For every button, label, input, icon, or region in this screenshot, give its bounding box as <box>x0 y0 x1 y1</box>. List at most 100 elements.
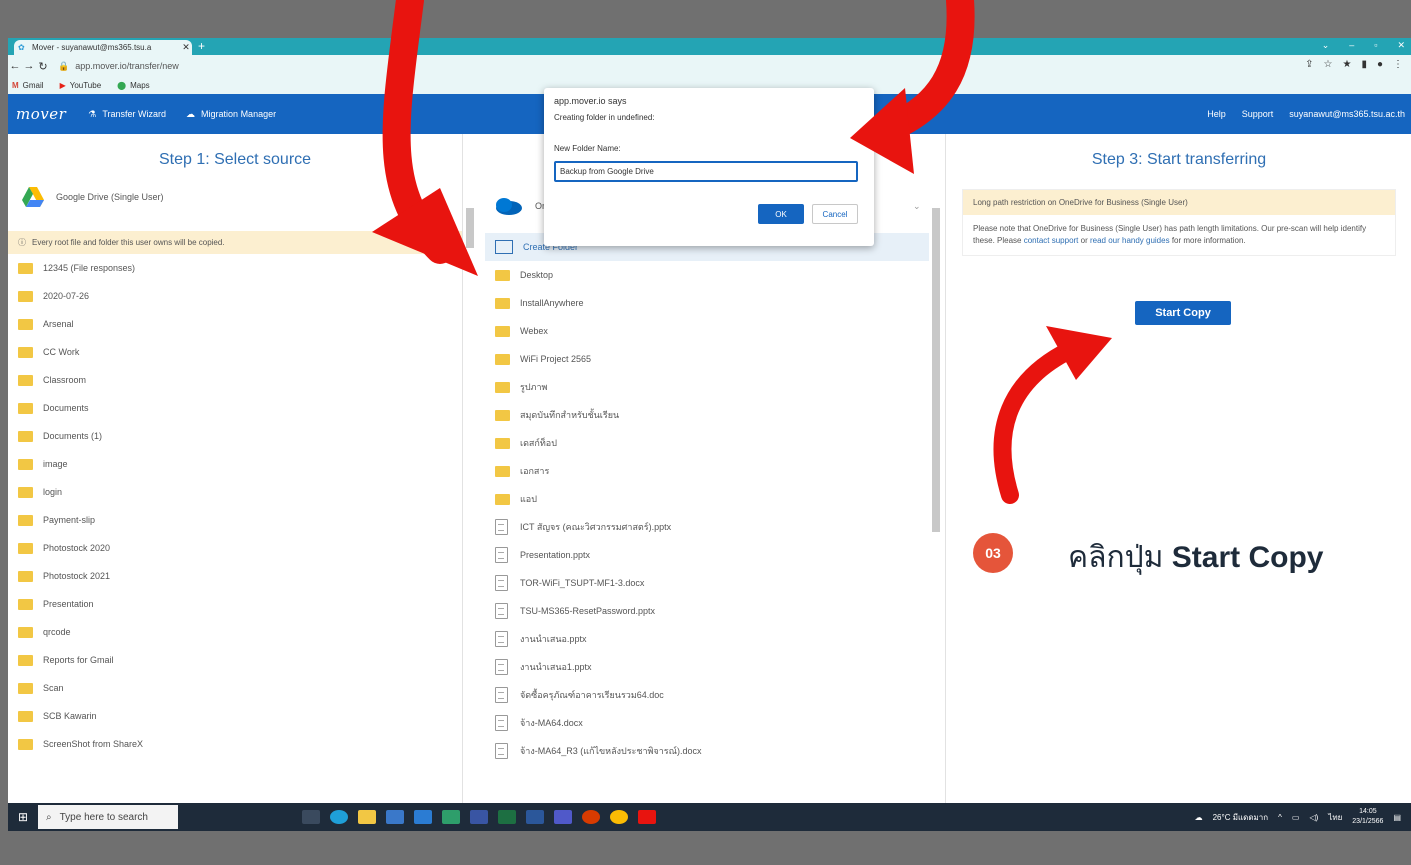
maps-icon: ⬤ <box>117 81 127 90</box>
folder-icon <box>18 570 33 582</box>
store-icon[interactable] <box>386 810 404 824</box>
forward-arrow-icon[interactable]: → <box>22 60 36 72</box>
list-item[interactable]: login <box>8 478 462 506</box>
notifications-icon[interactable]: ▤ <box>1393 813 1401 822</box>
network-icon[interactable]: ▭ <box>1292 813 1300 822</box>
support-link[interactable]: Support <box>1242 109 1274 119</box>
folder-name-input[interactable]: Backup from Google Drive <box>554 161 858 182</box>
list-item[interactable]: จัดซื้อครุภัณฑ์อาคารเรียนรวม64.doc <box>485 681 943 709</box>
tab-search-icon[interactable]: ⌄ <box>1322 40 1330 51</box>
list-item[interactable]: Webex <box>485 317 943 345</box>
back-arrow-icon[interactable]: ← <box>8 60 22 72</box>
chevron-down-icon[interactable]: ⌄ <box>913 201 921 212</box>
language-indicator[interactable]: ไทย <box>1328 811 1342 824</box>
list-item[interactable]: จ้าง-MA64.docx <box>485 709 943 737</box>
folder-icon <box>18 458 33 470</box>
list-item[interactable]: สมุดบันทึกสำหรับชั้นเรียน <box>485 401 943 429</box>
list-item[interactable]: เดสก์ท็อป <box>485 429 943 457</box>
list-item[interactable]: แอป <box>485 485 943 513</box>
migration-manager-link[interactable]: ☁ Migration Manager <box>186 109 276 120</box>
flask-icon: ⚗ <box>88 108 97 119</box>
list-item[interactable]: Presentation.pptx <box>485 541 943 569</box>
sidepanel-icon[interactable]: ▮ <box>1361 59 1367 70</box>
list-item[interactable]: Reports for Gmail <box>8 646 462 674</box>
edge-icon[interactable] <box>330 810 348 824</box>
bookmark-maps[interactable]: ⬤ Maps <box>117 81 150 90</box>
list-item[interactable]: WiFi Project 2565 <box>485 345 943 373</box>
start-copy-button[interactable]: Start Copy <box>1135 301 1231 325</box>
excel-icon[interactable] <box>498 810 516 824</box>
visio-icon[interactable] <box>470 810 488 824</box>
maximize-button[interactable]: ▫ <box>1374 40 1377 51</box>
share-icon[interactable]: ⇪ <box>1305 59 1313 70</box>
folder-icon <box>495 493 510 505</box>
bookmark-gmail[interactable]: M Gmail <box>12 81 44 90</box>
browser-menu-icon[interactable]: ⋮ <box>1393 59 1403 70</box>
list-item[interactable]: 2020-07-26 <box>8 282 462 310</box>
list-item[interactable]: Documents <box>8 394 462 422</box>
teams-icon[interactable] <box>554 810 572 824</box>
network-app-icon[interactable] <box>442 810 460 824</box>
list-item[interactable]: CC Work <box>8 338 462 366</box>
profile-avatar-icon[interactable]: ● <box>1377 59 1383 70</box>
destination-scrollbar[interactable] <box>932 208 940 532</box>
windows-start-icon[interactable]: ⊞ <box>8 810 38 824</box>
list-item[interactable]: qrcode <box>8 618 462 646</box>
taskbar-search[interactable]: ⌕ Type here to search <box>38 805 178 829</box>
list-item[interactable]: Desktop <box>485 261 943 289</box>
list-item[interactable]: TOR-WiFi_TSUPT-MF1-3.docx <box>485 569 943 597</box>
list-item[interactable]: 12345 (File responses) <box>8 254 462 282</box>
tray-chevron-icon[interactable]: ^ <box>1278 813 1282 822</box>
bookmark-star-icon[interactable]: ☆ <box>1324 59 1333 70</box>
list-item[interactable]: Arsenal <box>8 310 462 338</box>
clock[interactable]: 14:05 23/1/2566 <box>1352 807 1383 827</box>
contact-support-link[interactable]: contact support <box>1024 236 1079 245</box>
transfer-wizard-link[interactable]: ⚗ Transfer Wizard <box>88 109 166 120</box>
list-item[interactable]: Documents (1) <box>8 422 462 450</box>
list-item[interactable]: Presentation <box>8 590 462 618</box>
list-item[interactable]: ICT สัญจร (คณะวิศวกรรมศาสตร์).pptx <box>485 513 943 541</box>
list-item[interactable]: Photostock 2021 <box>8 562 462 590</box>
minimize-button[interactable]: – <box>1349 40 1354 51</box>
list-item[interactable]: งานนำเสนอ1.pptx <box>485 653 943 681</box>
list-item[interactable]: SCB Kawarin <box>8 702 462 730</box>
list-item[interactable]: งานนำเสนอ.pptx <box>485 625 943 653</box>
browser-tab[interactable]: ✿ Mover - suyanawut@ms365.tsu.a ✕ <box>14 40 192 55</box>
new-tab-button[interactable]: + <box>198 39 205 53</box>
close-tab-icon[interactable]: ✕ <box>180 42 192 53</box>
bookmark-youtube[interactable]: ▶ YouTube <box>60 81 102 90</box>
app-icon[interactable] <box>582 810 600 824</box>
list-item[interactable]: TSU-MS365-ResetPassword.pptx <box>485 597 943 625</box>
user-account-menu[interactable]: suyanawut@ms365.tsu.ac.th <box>1289 109 1405 119</box>
help-link[interactable]: Help <box>1207 109 1226 119</box>
recorder-icon[interactable] <box>638 810 656 824</box>
mail-icon[interactable] <box>414 810 432 824</box>
list-item[interactable]: Payment-slip <box>8 506 462 534</box>
handy-guides-link[interactable]: read our handy guides <box>1090 236 1170 245</box>
list-item[interactable]: ScreenShot from ShareX <box>8 730 462 758</box>
dialog-ok-button[interactable]: OK <box>758 204 804 224</box>
file-explorer-icon[interactable] <box>358 810 376 824</box>
mover-logo[interactable]: mover <box>16 105 66 123</box>
volume-icon[interactable]: ◁) <box>1309 813 1318 822</box>
chrome-icon[interactable] <box>610 810 628 824</box>
weather-text[interactable]: 26°C มีแดดมาก <box>1213 811 1269 824</box>
task-view-icon[interactable] <box>302 810 320 824</box>
list-item[interactable]: Scan <box>8 674 462 702</box>
source-notice: ⓘ Every root file and folder this user o… <box>8 231 462 254</box>
word-icon[interactable] <box>526 810 544 824</box>
list-item[interactable]: จ้าง-MA64_R3 (แก้ไขหลังประชาพิจารณ์).doc… <box>485 737 943 765</box>
reload-icon[interactable]: ↻ <box>36 60 50 73</box>
list-item[interactable]: Classroom <box>8 366 462 394</box>
list-item[interactable]: Photostock 2020 <box>8 534 462 562</box>
list-item[interactable]: เอกสาร <box>485 457 943 485</box>
source-provider-selector[interactable]: Google Drive (Single User) <box>22 187 462 207</box>
dialog-cancel-button[interactable]: Cancel <box>812 204 858 224</box>
list-item[interactable]: image <box>8 450 462 478</box>
extensions-puzzle-icon[interactable]: ★ <box>1342 59 1351 70</box>
list-item[interactable]: InstallAnywhere <box>485 289 943 317</box>
bookmark-label: Gmail <box>22 81 44 90</box>
list-item[interactable]: รูปภาพ <box>485 373 943 401</box>
close-window-button[interactable]: ✕ <box>1397 40 1405 51</box>
address-bar[interactable]: 🔒 app.mover.io/transfer/new <box>58 61 179 72</box>
